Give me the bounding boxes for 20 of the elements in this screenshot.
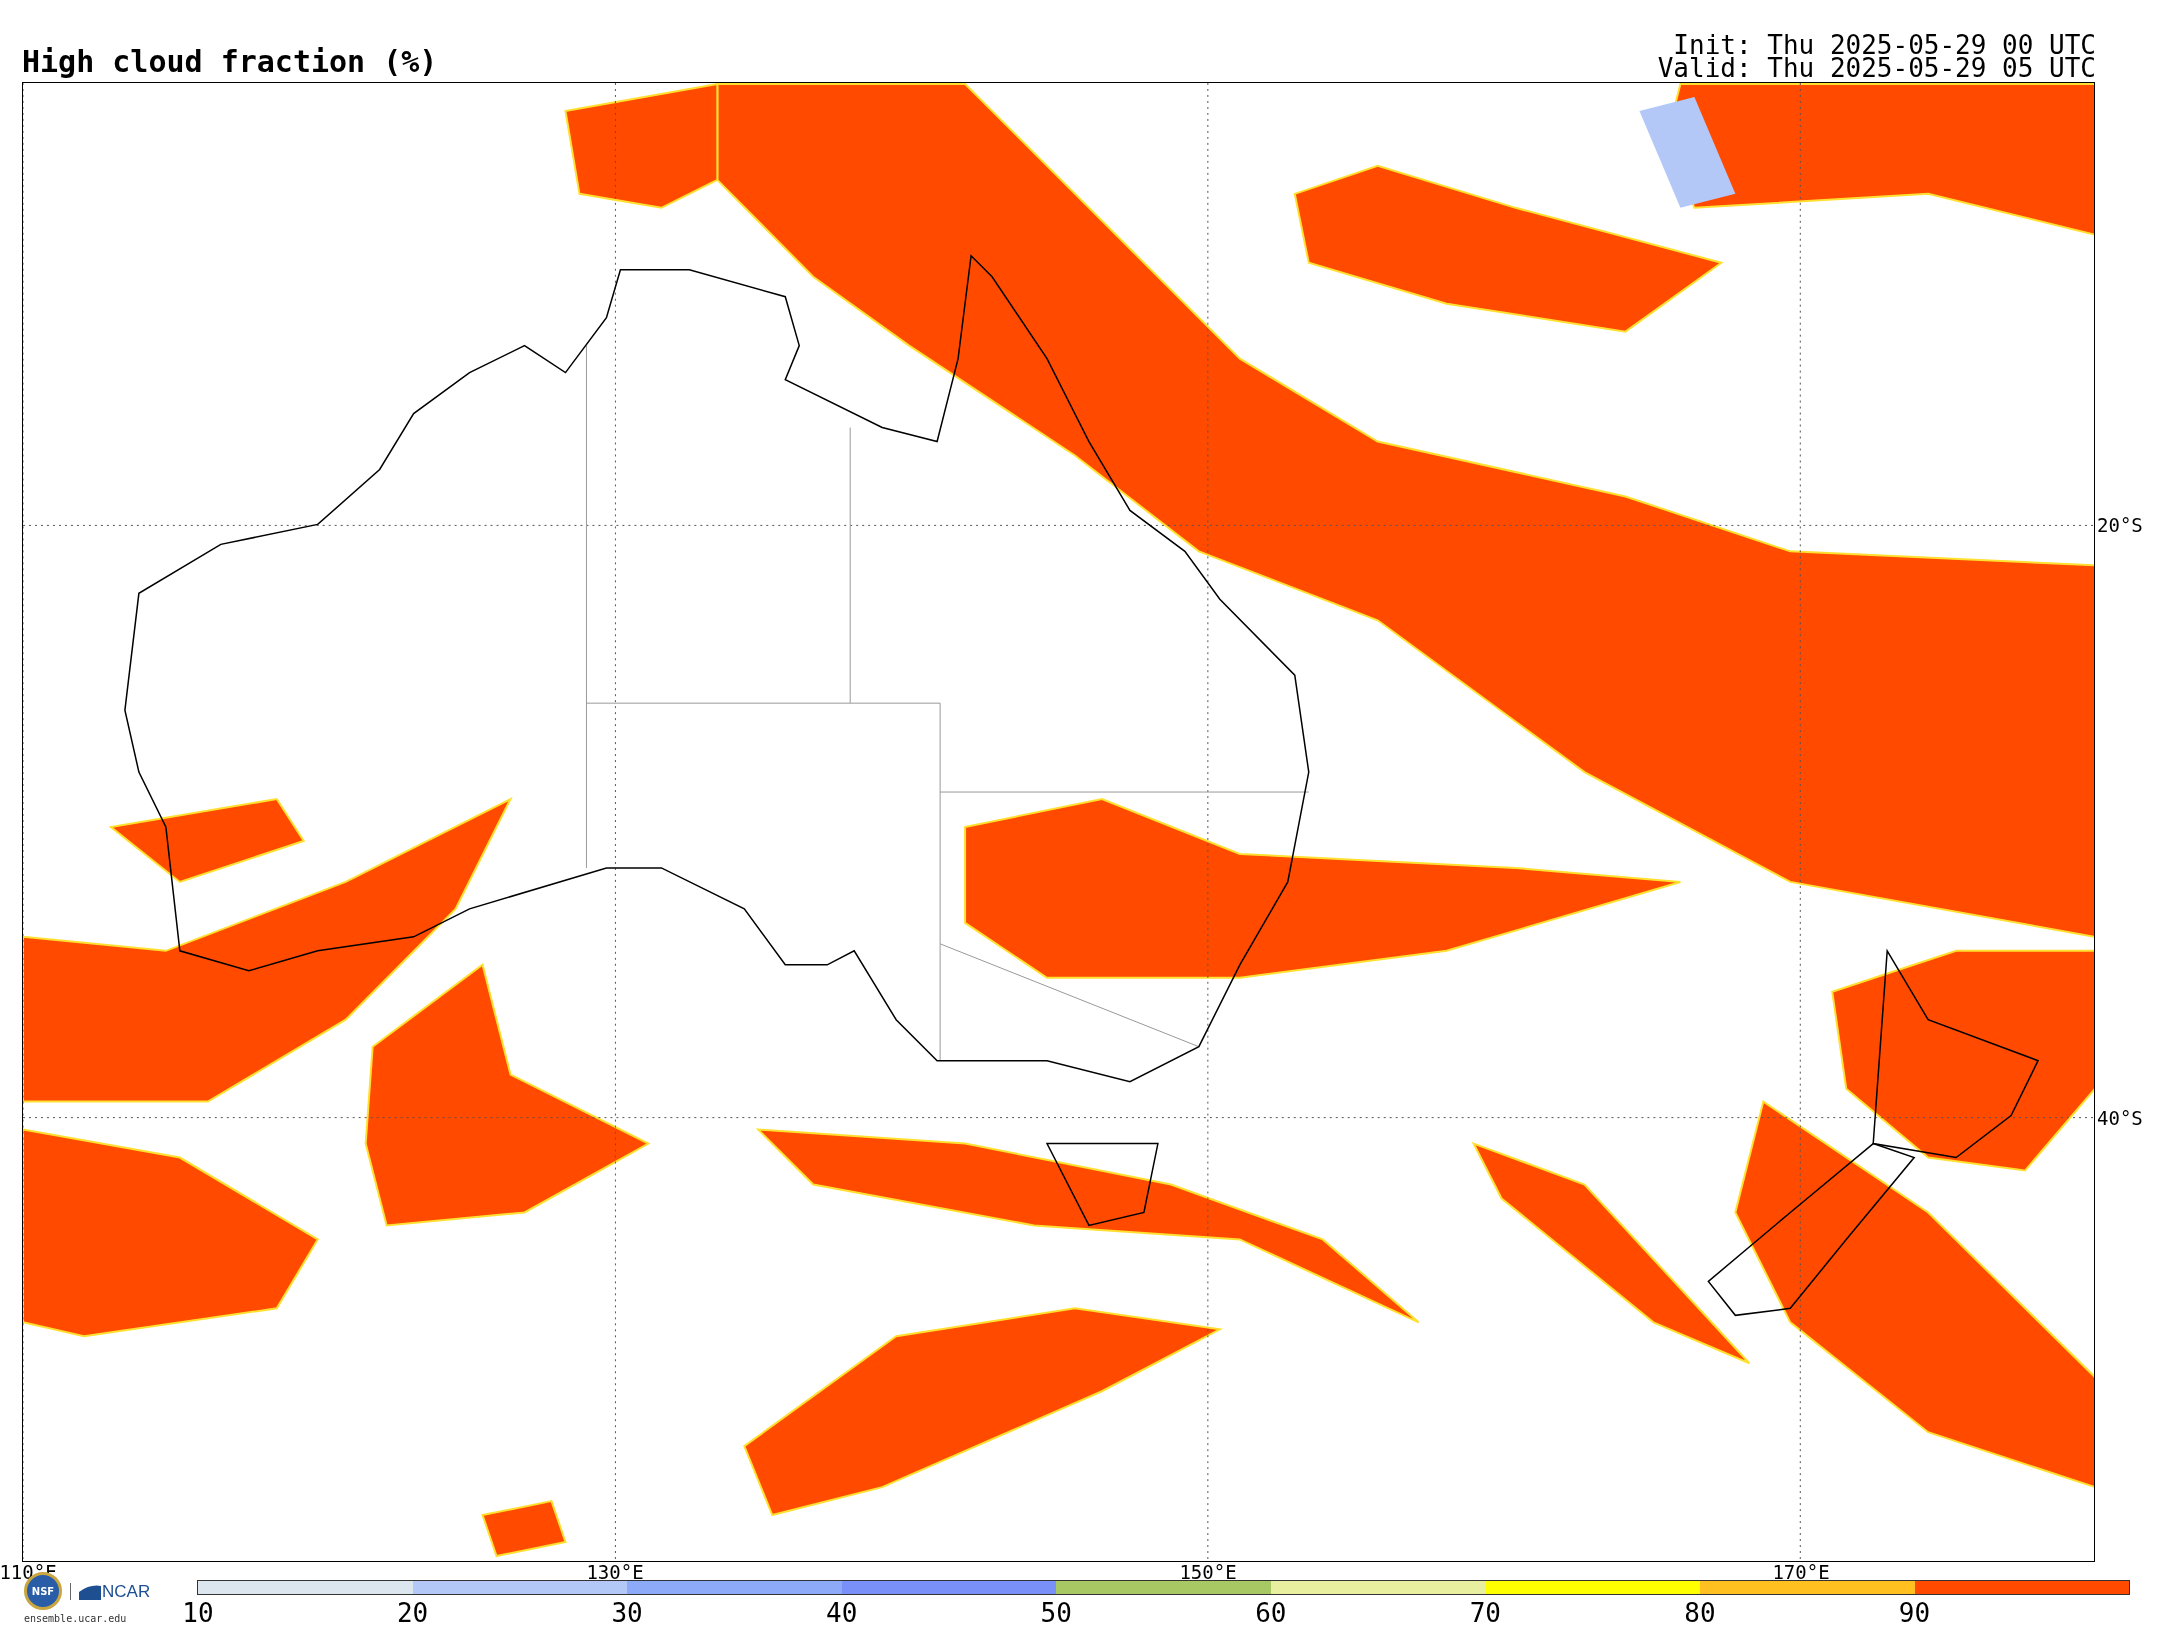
colorbar-label: 30 [611, 1600, 643, 1626]
ncar-logo: NCAR [102, 1582, 151, 1600]
colorbar-label: 70 [1469, 1600, 1502, 1626]
init-time: Init: Thu 2025-05-29 00 UTC [1673, 34, 2096, 57]
colorbar-label: 10 [182, 1600, 214, 1626]
valid-time: Valid: Thu 2025-05-29 05 UTC [1657, 57, 2096, 80]
latitude-label: 20°S [2097, 515, 2143, 535]
ncar-emblem-icon [79, 1583, 101, 1600]
map-title: High cloud fraction (%) [22, 47, 438, 81]
longitude-label: 170°E [1772, 1563, 1830, 1582]
website-url: ensemble.ucar.edu [24, 1614, 127, 1624]
colorbar-label: 40 [826, 1600, 858, 1626]
latitude-label: 40°S [2097, 1108, 2143, 1128]
colorbar-label: 60 [1255, 1600, 1287, 1626]
colorbar-label: 80 [1684, 1600, 1716, 1626]
colorbar-label: 90 [1898, 1600, 1931, 1626]
colorbar-label: 50 [1040, 1600, 1072, 1626]
longitude-label: 130°E [586, 1563, 644, 1582]
longitude-label: 150°E [1179, 1563, 1237, 1582]
colorbar-label: 20 [396, 1600, 429, 1626]
